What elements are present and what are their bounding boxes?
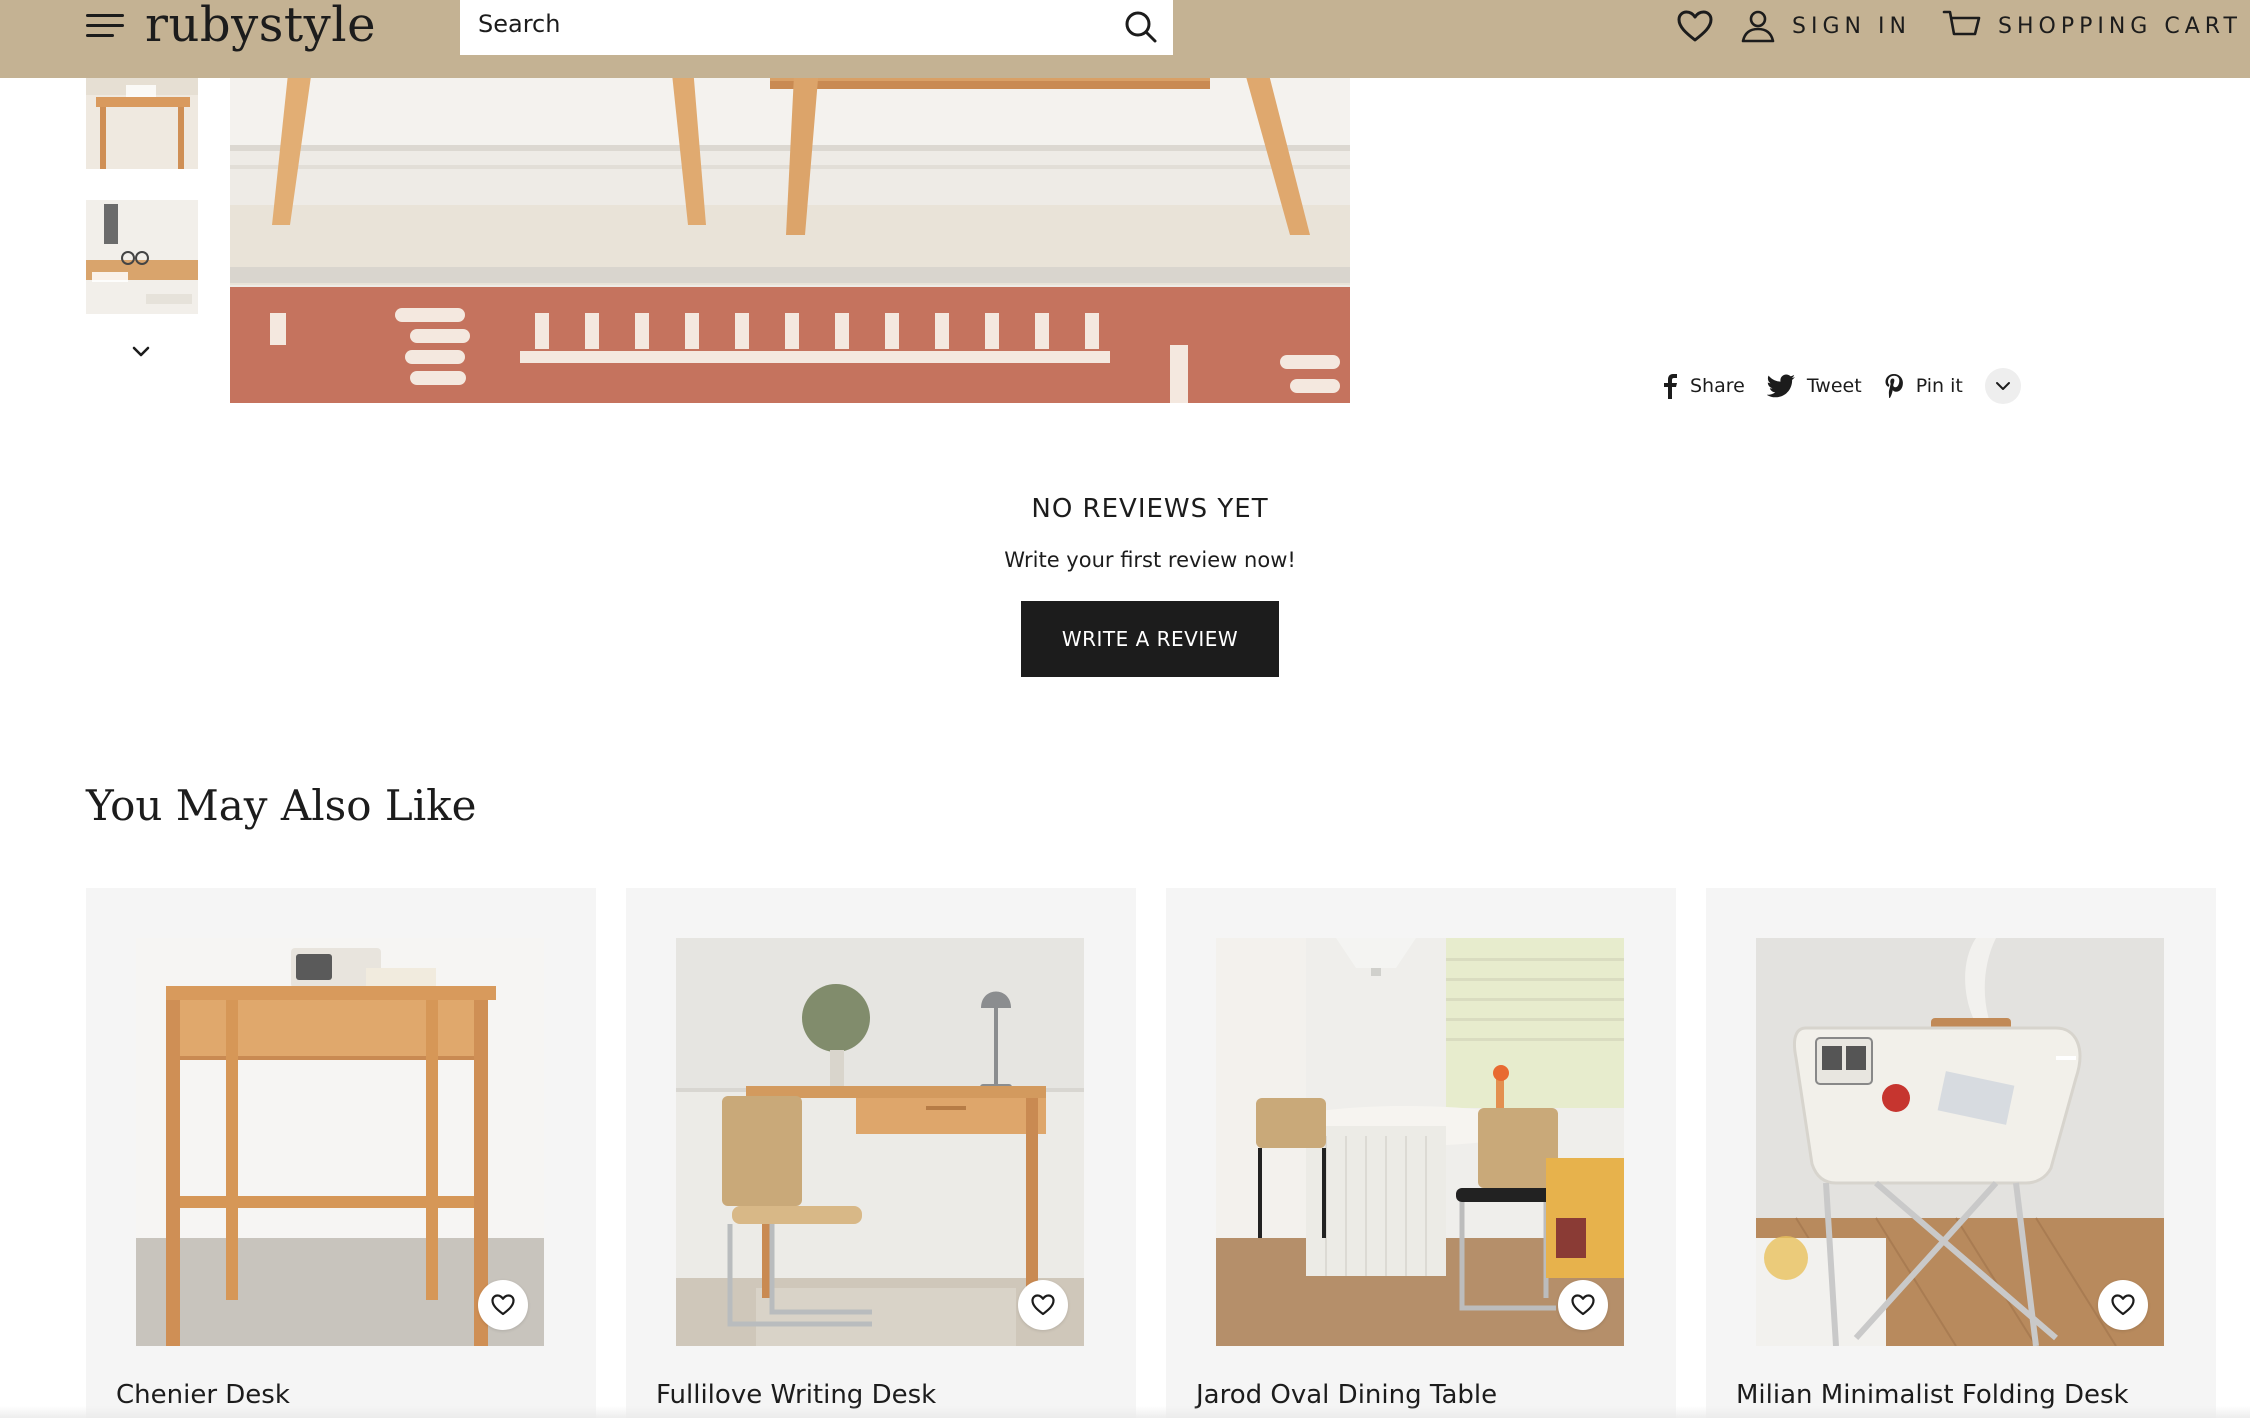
reviews-title: NO REVIEWS YET — [1031, 494, 1269, 524]
heart-icon[interactable] — [1676, 9, 1714, 43]
cart-icon — [1942, 10, 1981, 36]
tweet-label: Tweet — [1806, 375, 1862, 397]
search-input[interactable] — [478, 8, 1078, 40]
gallery-thumbnail[interactable] — [86, 200, 198, 314]
share-bar: Share Tweet Pin it — [1662, 368, 2021, 404]
heart-icon[interactable] — [2098, 1280, 2148, 1330]
write-review-button[interactable]: WRITE A REVIEW — [1021, 601, 1279, 677]
search-box — [460, 0, 1173, 55]
search-icon[interactable] — [1120, 6, 1162, 48]
share-twitter-link[interactable]: Tweet — [1766, 374, 1862, 398]
product-card[interactable]: Milian Minimalist Folding Desk — [1706, 888, 2216, 1418]
product-image[interactable] — [1216, 938, 1624, 1346]
hamburger-menu-icon[interactable] — [86, 10, 126, 42]
site-logo[interactable]: rubystyle — [145, 0, 376, 50]
heart-icon[interactable] — [1018, 1280, 1068, 1330]
sign-in-label: SIGN IN — [1792, 13, 1911, 39]
product-image[interactable] — [136, 938, 544, 1346]
chevron-down-icon — [1995, 382, 2010, 390]
shopping-cart-link[interactable]: SHOPPING CART — [1942, 6, 2242, 46]
share-label: Share — [1690, 375, 1745, 397]
cart-label: SHOPPING CART — [1998, 13, 2242, 39]
heart-icon[interactable] — [478, 1280, 528, 1330]
heart-icon[interactable] — [1558, 1280, 1608, 1330]
pinterest-icon — [1885, 374, 1903, 398]
share-pinterest-link[interactable]: Pin it — [1884, 373, 1963, 399]
product-image[interactable] — [1756, 938, 2164, 1346]
product-image[interactable] — [676, 938, 1084, 1346]
product-card[interactable]: Chenier Desk — [86, 888, 596, 1418]
sign-in-link[interactable]: SIGN IN — [1740, 6, 1911, 46]
main-product-image[interactable] — [230, 55, 1350, 403]
recommendations-title: You May Also Like — [86, 781, 477, 830]
facebook-icon — [1664, 374, 1677, 399]
reviews-subtitle: Write your first review now! — [1004, 548, 1296, 572]
share-facebook-link[interactable]: Share — [1662, 373, 1745, 399]
scroll-fade — [0, 1406, 2250, 1418]
chevron-down-icon[interactable] — [128, 343, 154, 361]
product-card[interactable]: Jarod Oval Dining Table — [1166, 888, 1676, 1418]
site-header: rubystyle SIGN IN SHOPPING CART — [0, 0, 2250, 78]
twitter-icon — [1766, 374, 1795, 398]
pin-it-label: Pin it — [1915, 375, 1963, 397]
user-icon — [1741, 10, 1775, 43]
share-more-button[interactable] — [1984, 368, 2021, 404]
product-card[interactable]: Fullilove Writing Desk — [626, 888, 1136, 1418]
